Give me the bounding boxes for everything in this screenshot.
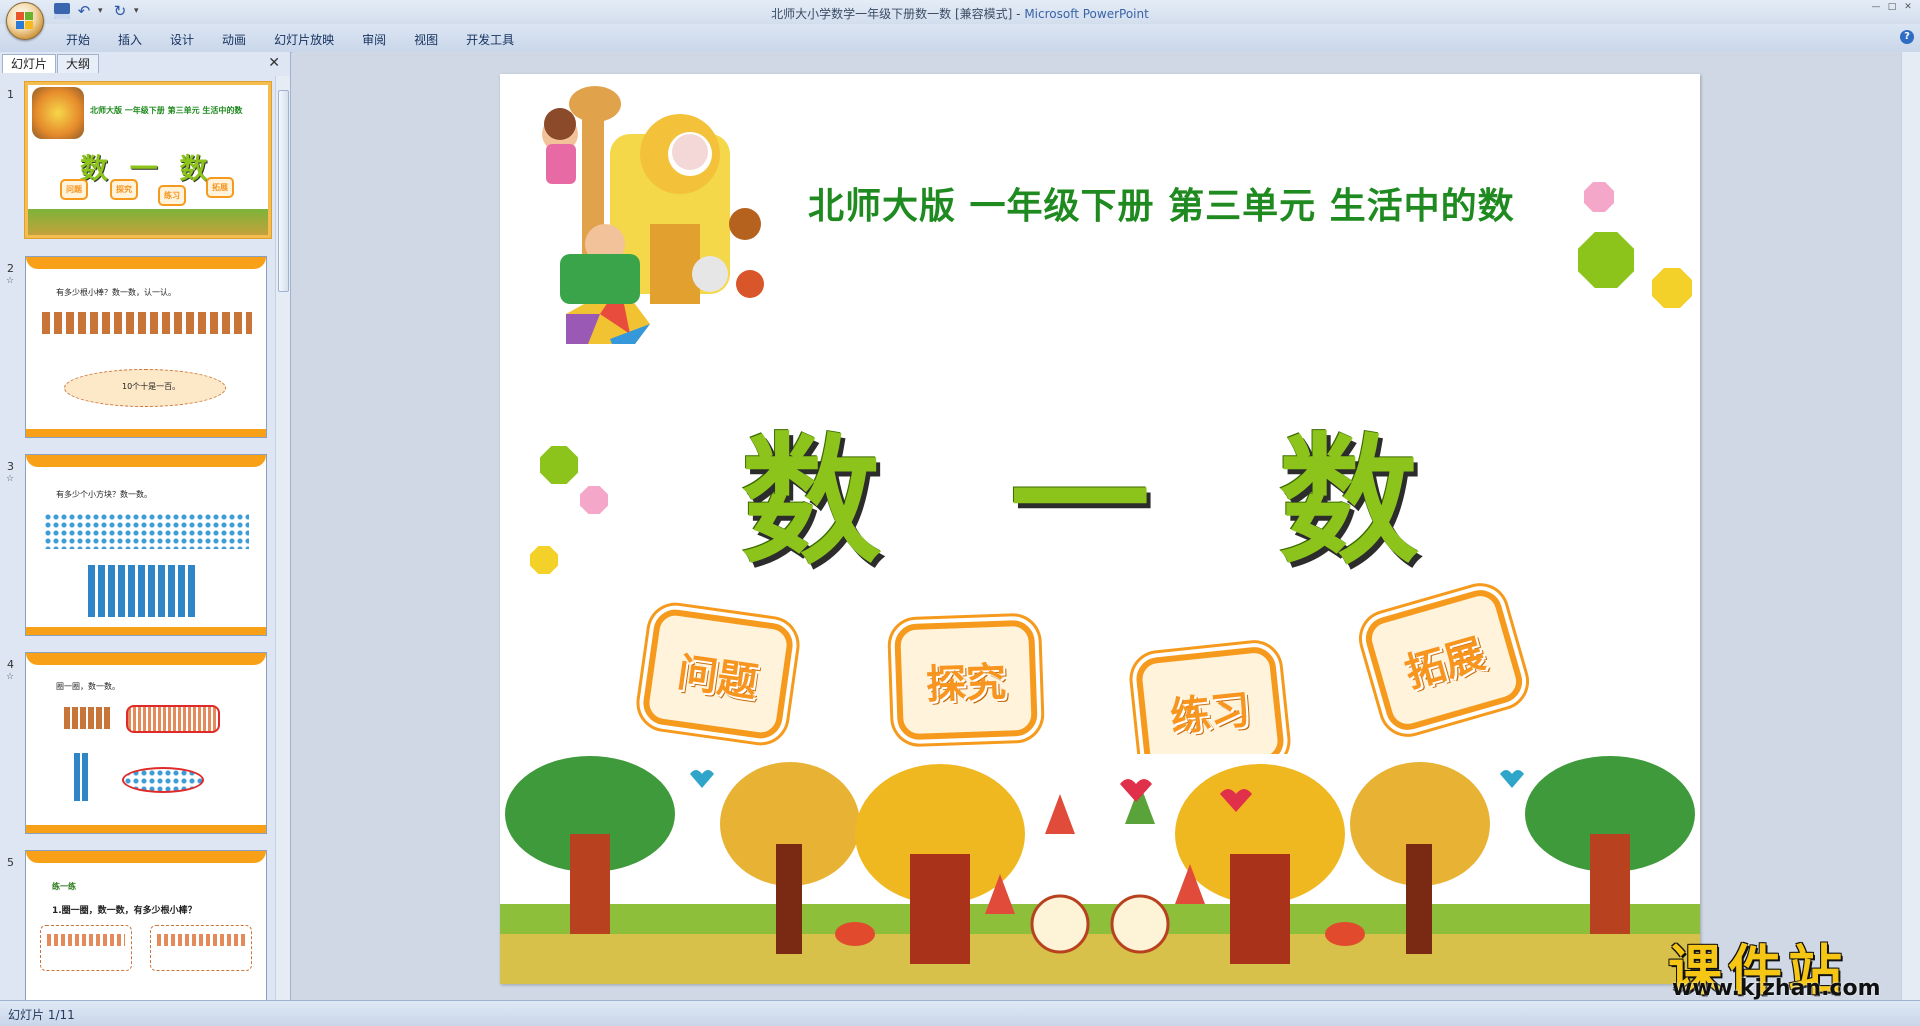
animation-star-icon: ☆ bbox=[6, 276, 15, 286]
slide-thumbnail-3[interactable]: 有多少个小方块？数一数。 bbox=[25, 454, 267, 636]
exercise-box-image bbox=[40, 925, 132, 971]
thumbnail-text: 圈一圈，数一数。 bbox=[56, 682, 120, 691]
thumbnail-heading: 练一练 bbox=[52, 882, 76, 891]
maximize-icon[interactable]: □ bbox=[1886, 2, 1898, 12]
forest-illustration bbox=[500, 754, 1700, 984]
ribbon: 开始 插入 设计 动画 幻灯片放映 审阅 视图 开发工具 ? bbox=[0, 24, 1920, 53]
orange-header-wave bbox=[26, 653, 266, 665]
tab-slides[interactable]: 幻灯片 bbox=[2, 54, 57, 73]
decor-dot-yellow bbox=[1652, 268, 1692, 308]
title-separator: - bbox=[1012, 7, 1025, 21]
cube-rods-image bbox=[88, 565, 198, 617]
panel-scrollbar-thumb[interactable] bbox=[278, 90, 289, 292]
slide-counter: 幻灯片 1/11 bbox=[8, 1008, 75, 1022]
animation-star-icon: ☆ bbox=[6, 474, 15, 484]
explore-button[interactable]: 探究 bbox=[894, 619, 1038, 741]
thumbnail-number: 5 bbox=[7, 856, 14, 869]
office-logo-icon bbox=[16, 12, 34, 30]
orange-footer bbox=[26, 627, 266, 635]
circled-cubes-image bbox=[122, 767, 204, 793]
minimize-icon[interactable]: — bbox=[1870, 2, 1882, 12]
panel-tabs: 幻灯片 大纲 bbox=[2, 54, 100, 74]
thumbnail-button-label: 问题 bbox=[60, 179, 88, 200]
thumbnail-number: 1 bbox=[7, 88, 14, 101]
orange-footer bbox=[26, 825, 266, 833]
app-name: Microsoft PowerPoint bbox=[1024, 7, 1149, 21]
tab-developer[interactable]: 开发工具 bbox=[452, 28, 528, 51]
thumbnail-list: 1 北师大版 一年级下册 第三单元 生活中的数 数 一 数 问题 探究 练习 拓… bbox=[0, 76, 275, 1000]
close-panel-icon[interactable]: ✕ bbox=[268, 55, 280, 71]
tab-insert[interactable]: 插入 bbox=[104, 28, 156, 51]
editor-scrollbar[interactable] bbox=[1901, 52, 1920, 1000]
tab-animations[interactable]: 动画 bbox=[208, 28, 260, 51]
current-slide[interactable]: 北师大版 一年级下册 第三单元 生活中的数 数 一 数 问题 探究 练习 拓展 bbox=[500, 74, 1700, 984]
watermark-url: www.kjzhan.com bbox=[1672, 976, 1881, 1001]
thumbnail-text: 有多少个小方块？数一数。 bbox=[56, 490, 152, 499]
slide-thumbnail-5[interactable]: 练一练 1.圈一圈，数一数，有多少根小棒？ bbox=[25, 850, 267, 1000]
office-button[interactable] bbox=[6, 2, 44, 40]
thumbnail-subtitle: 北师大版 一年级下册 第三单元 生活中的数 bbox=[90, 106, 243, 115]
tab-slideshow[interactable]: 幻灯片放映 bbox=[260, 28, 348, 51]
help-icon[interactable]: ? bbox=[1900, 30, 1914, 44]
circled-sticks-image bbox=[126, 705, 220, 733]
slide-thumbnail-1[interactable]: 北师大版 一年级下册 第三单元 生活中的数 数 一 数 问题 探究 练习 拓展 bbox=[25, 82, 271, 238]
thumbnail-button-label: 拓展 bbox=[206, 177, 234, 198]
problem-button[interactable]: 问题 bbox=[640, 606, 796, 742]
close-window-icon[interactable]: ✕ bbox=[1902, 2, 1914, 12]
cartoon-characters-image bbox=[542, 86, 764, 344]
window-controls: — □ ✕ bbox=[1870, 2, 1914, 12]
status-bar: 幻灯片 1/11 bbox=[0, 1000, 1920, 1026]
orange-header-wave bbox=[26, 257, 266, 269]
exercise-box-image bbox=[150, 925, 252, 971]
orange-header-wave bbox=[26, 455, 266, 467]
orange-header-wave bbox=[26, 851, 266, 863]
animation-star-icon: ☆ bbox=[6, 672, 15, 682]
thumbnail-text: 有多少根小棒？数一数，认一认。 bbox=[56, 288, 176, 297]
tab-home[interactable]: 开始 bbox=[52, 28, 104, 51]
orange-footer bbox=[26, 429, 266, 437]
forest-strip-image bbox=[28, 209, 268, 235]
slides-panel: 幻灯片 大纲 ✕ 1 北师大版 一年级下册 第三单元 生活中的数 数 一 数 问… bbox=[0, 52, 291, 1000]
cube-rods-image bbox=[74, 753, 90, 801]
stick-bundles-image bbox=[64, 707, 112, 729]
thumbnail-number: 3 bbox=[7, 460, 14, 473]
slide-subtitle[interactable]: 北师大版 一年级下册 第三单元 生活中的数 bbox=[808, 177, 1515, 229]
slide-title[interactable]: 数 一 数 bbox=[500, 389, 1700, 591]
title-bar: ↶ ▾ ↻ ▾ 北师大小学数学一年级下册数一数 [兼容模式] - Microso… bbox=[0, 0, 1920, 24]
tab-view[interactable]: 视图 bbox=[400, 28, 452, 51]
decor-dot-pink bbox=[1584, 182, 1614, 212]
thumbnail-caption: 10个十是一百。 bbox=[122, 382, 181, 391]
cartoon-characters-image bbox=[32, 87, 84, 139]
tab-design[interactable]: 设计 bbox=[156, 28, 208, 51]
extend-button[interactable]: 拓展 bbox=[1360, 584, 1528, 736]
thumbnail-button-label: 探究 bbox=[110, 179, 138, 200]
window-title: 北师大小学数学一年级下册数一数 [兼容模式] - Microsoft Power… bbox=[0, 5, 1920, 22]
slide-editor: 北师大版 一年级下册 第三单元 生活中的数 数 一 数 问题 探究 练习 拓展 bbox=[292, 52, 1902, 1000]
slide-thumbnail-4[interactable]: 圈一圈，数一数。 bbox=[25, 652, 267, 834]
document-title: 北师大小学数学一年级下册数一数 [兼容模式] bbox=[771, 7, 1013, 21]
thumbnail-number: 4 bbox=[7, 658, 14, 671]
panel-scrollbar[interactable] bbox=[275, 76, 290, 1000]
thumbnail-number: 2 bbox=[7, 262, 14, 275]
slide-thumbnail-2[interactable]: 有多少根小棒？数一数，认一认。 10个十是一百。 bbox=[25, 256, 267, 438]
thumbnail-text: 1.圈一圈，数一数，有多少根小棒？ bbox=[52, 906, 197, 916]
ribbon-tabs: 开始 插入 设计 动画 幻灯片放映 审阅 视图 开发工具 bbox=[52, 28, 528, 51]
thumbnail-button-label: 练习 bbox=[158, 185, 186, 206]
tab-review[interactable]: 审阅 bbox=[348, 28, 400, 51]
thumbnail-title: 数 一 数 bbox=[80, 152, 214, 185]
decor-dot-green bbox=[1578, 232, 1634, 288]
sticks-image bbox=[42, 312, 252, 334]
tab-outline[interactable]: 大纲 bbox=[57, 54, 100, 73]
cubes-image bbox=[44, 513, 249, 549]
